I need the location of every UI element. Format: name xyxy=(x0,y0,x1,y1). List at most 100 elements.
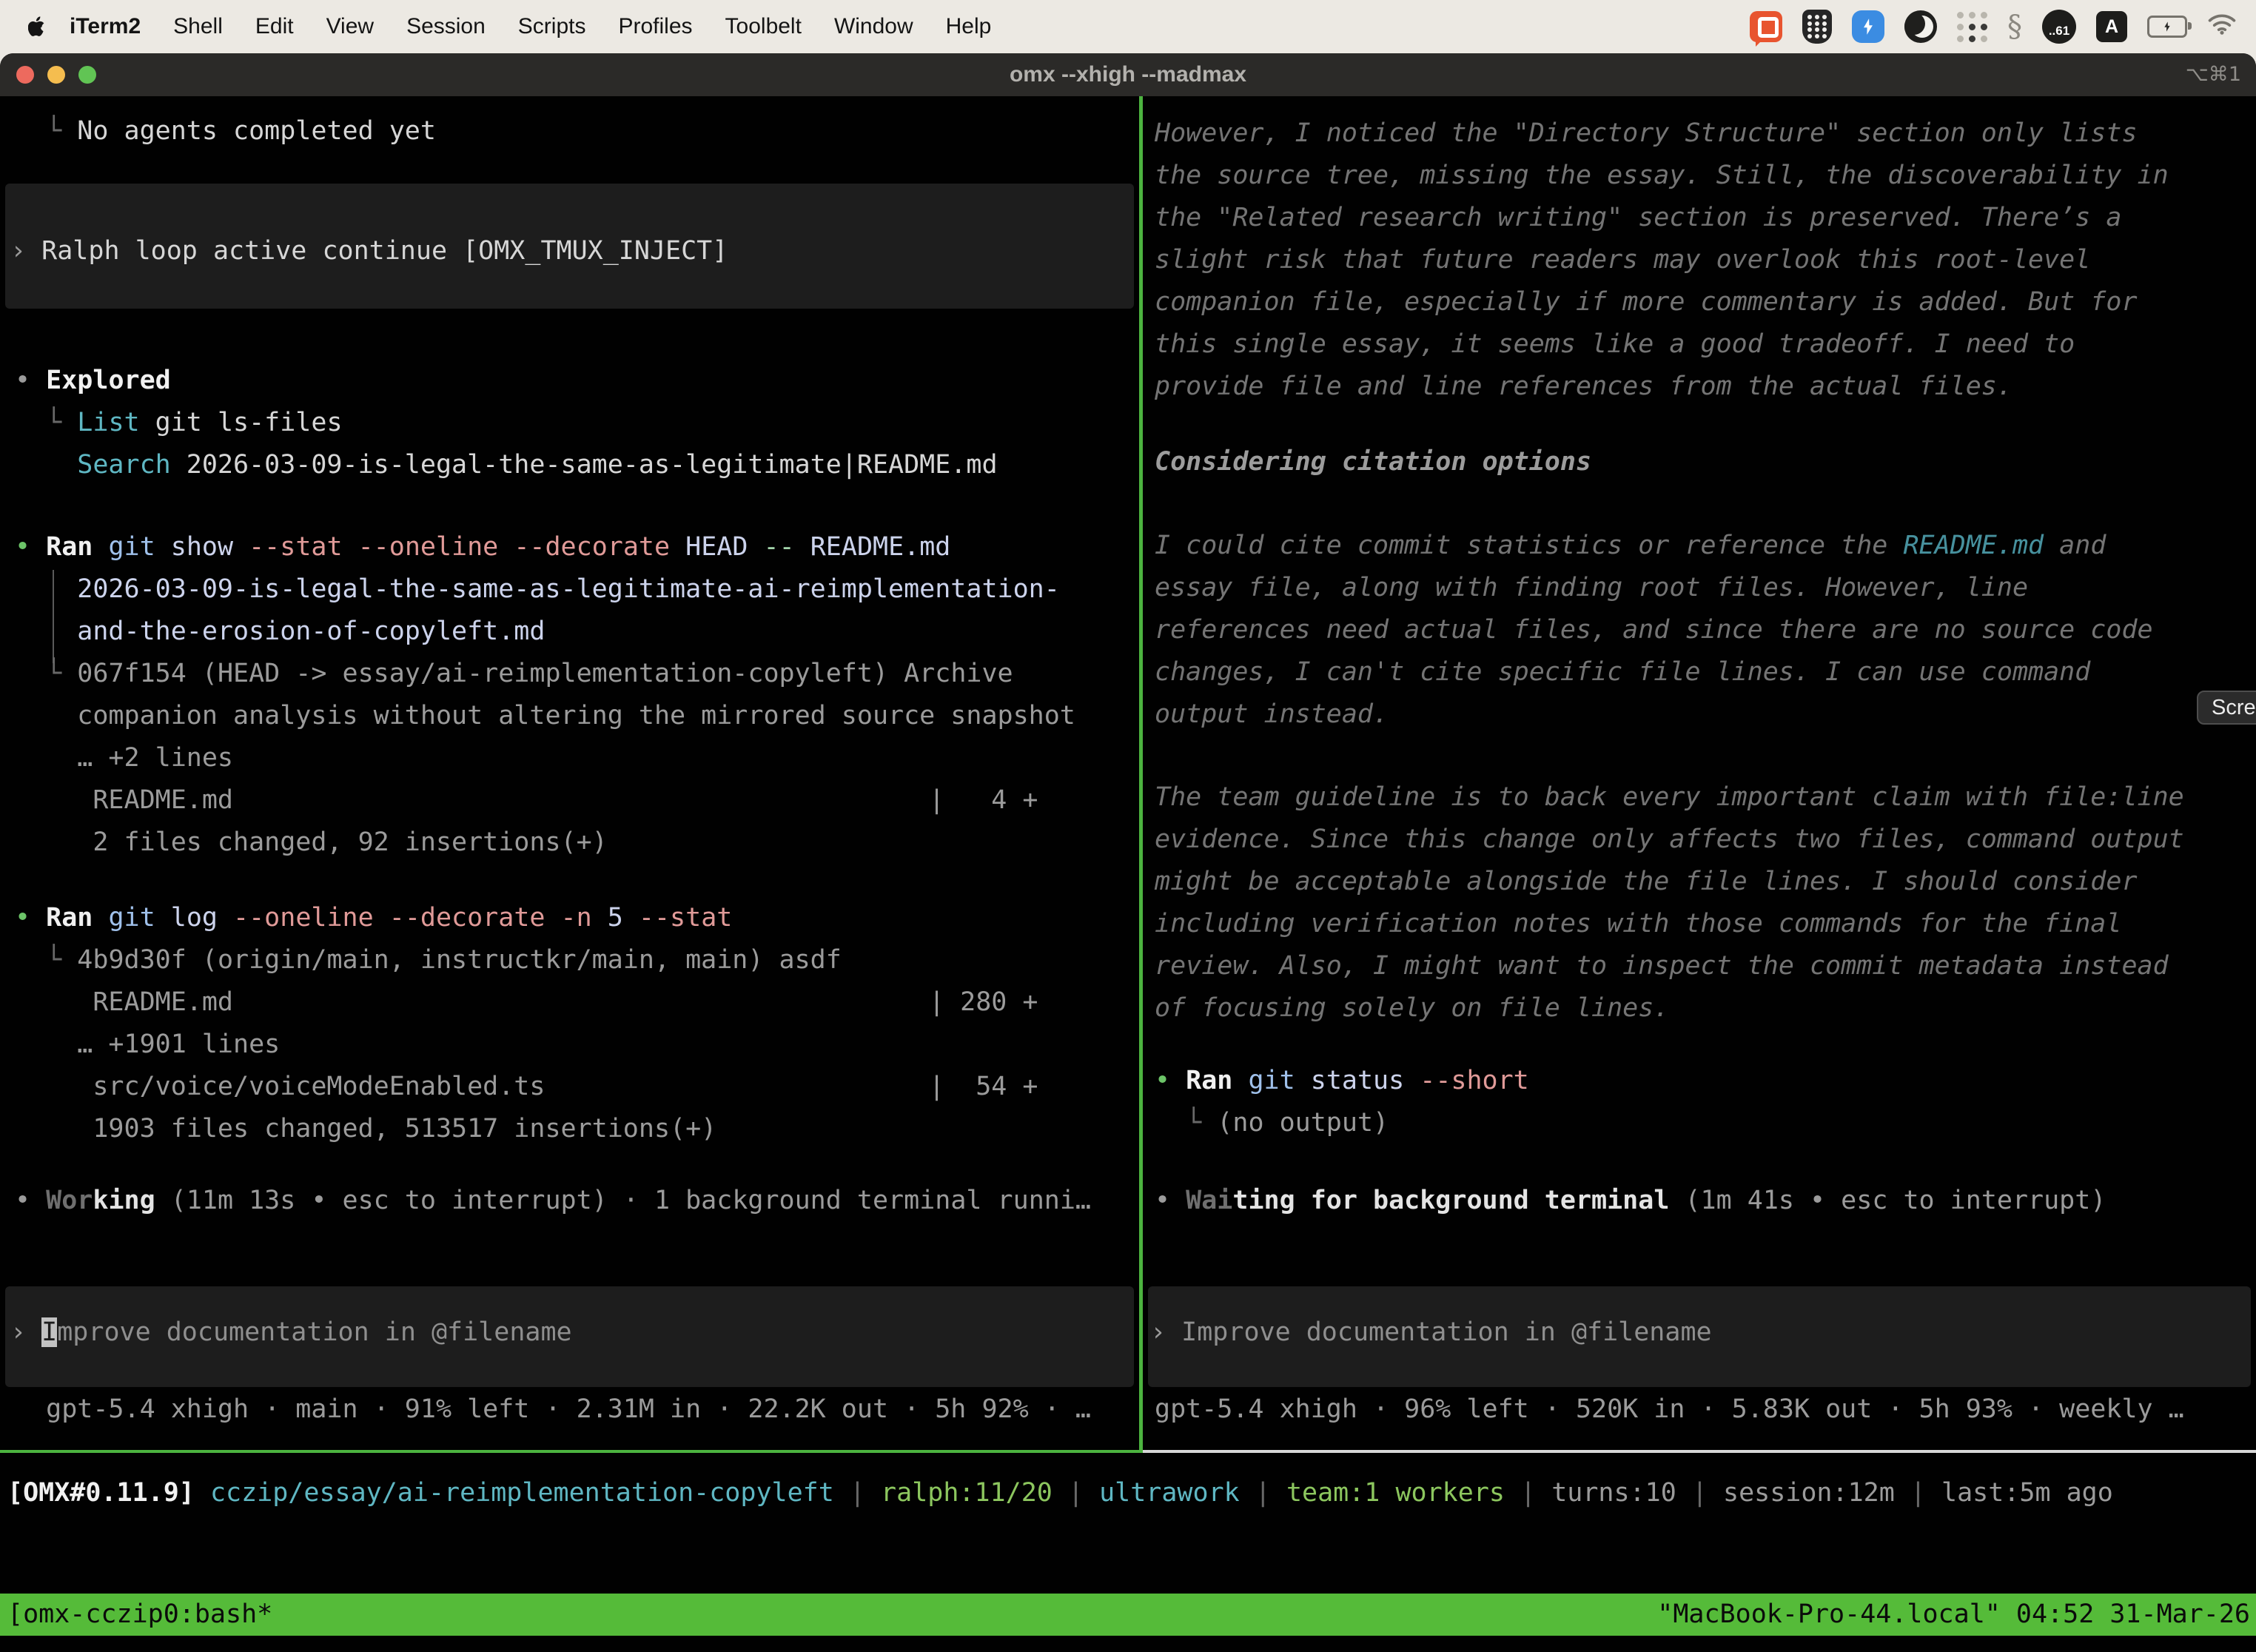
menu-item-window[interactable]: Window xyxy=(818,14,930,39)
timer-badge-icon[interactable]: ..61 xyxy=(2042,10,2076,44)
lightning-badge-icon[interactable] xyxy=(1852,10,1884,43)
wifi-icon[interactable] xyxy=(2207,13,2237,41)
screen-share-overlay-button[interactable]: Scre xyxy=(2197,691,2256,725)
text-seg: show xyxy=(155,532,249,562)
terminal-line: companion analysis without altering the … xyxy=(15,699,1075,733)
terminal-line: • Explored xyxy=(15,364,171,397)
text-seg: the source tree, missing the essay. Stil… xyxy=(1155,161,2169,190)
menu-item-edit[interactable]: Edit xyxy=(239,14,310,39)
text-seg: Explored xyxy=(46,366,171,395)
text-seg: Improve documentation in @filename xyxy=(1181,1317,1711,1347)
text-seg: 067f154 (HEAD -> essay/ai-reimplementati… xyxy=(77,659,1013,688)
text-seg: | 280 + xyxy=(929,987,1038,1017)
battery-charging-icon[interactable] xyxy=(2147,16,2187,38)
text-seg: review. Also, I might want to inspect th… xyxy=(1155,951,2169,981)
text-seg: team:1 workers xyxy=(1286,1478,1520,1508)
text-seg: the "Related research writing" section i… xyxy=(1155,203,2121,232)
input-source-icon[interactable]: A xyxy=(2096,11,2127,42)
text-seg: 5 xyxy=(592,903,639,933)
text-seg: king xyxy=(93,1186,155,1215)
terminal-line: the source tree, missing the essay. Stil… xyxy=(1155,159,2169,192)
prompt-input[interactable]: › Improve documentation in @filename xyxy=(1150,1316,1712,1349)
text-seg: • xyxy=(15,532,46,562)
terminal-line: might be acceptable alongside the file l… xyxy=(1155,865,2138,899)
text-seg: I could cite commit statistics or refere… xyxy=(1155,531,1903,560)
terminal-pane-left[interactable]: └ No agents completed yet› Ralph loop ac… xyxy=(0,96,1139,1450)
text-seg: | 54 + xyxy=(929,1072,1038,1101)
terminal-line: … +2 lines xyxy=(15,742,233,775)
text-seg: | xyxy=(1255,1478,1286,1508)
apple-menu-icon[interactable] xyxy=(28,16,46,37)
terminal-line: … +1901 lines xyxy=(15,1028,280,1061)
text-seg: | xyxy=(1692,1478,1723,1508)
screen-sharing-icon[interactable] xyxy=(1750,11,1782,42)
text-seg: └ xyxy=(15,945,77,975)
text-seg: README.md xyxy=(15,987,233,1017)
terminal-line: Search 2026-03-09-is-legal-the-same-as-l… xyxy=(15,449,998,482)
terminal-line: └ 4b9d30f (origin/main, instructkr/main,… xyxy=(15,944,842,977)
text-seg: including verification notes with those … xyxy=(1155,909,2121,939)
terminal-line: • Waiting for background terminal (1m 41… xyxy=(1155,1184,2106,1218)
text-seg: this single essay, it seems like a good … xyxy=(1155,329,2075,359)
text-seg: slight risk that future readers may over… xyxy=(1155,245,2090,275)
text-seg: log xyxy=(155,903,233,933)
text-seg: ting for background terminal xyxy=(1232,1186,1669,1215)
text-seg: › xyxy=(10,1317,41,1347)
text-seg: of focusing solely on file lines. xyxy=(1155,993,1669,1023)
prompt-input[interactable]: › Improve documentation in @filename xyxy=(10,1316,572,1349)
pane-divider[interactable] xyxy=(1139,96,1143,1450)
prompt-input[interactable]: › Ralph loop active continue [OMX_TMUX_I… xyxy=(10,235,728,268)
text-seg: └ xyxy=(1155,1108,1217,1138)
text-seg: evidence. Since this change only affects… xyxy=(1155,825,2184,854)
text-seg: git ls-files xyxy=(140,408,343,437)
dots-grid-icon[interactable] xyxy=(1957,12,1987,42)
text-seg: 2026-03-09-is-legal-the-same-as-legitima… xyxy=(171,450,998,480)
text-seg: | xyxy=(1068,1478,1099,1508)
text-seg: references need actual files, and since … xyxy=(1155,615,2153,645)
menu-item-session[interactable]: Session xyxy=(390,14,502,39)
text-seg: -- xyxy=(764,532,795,562)
text-seg: └ xyxy=(15,116,77,146)
menu-item-app[interactable]: iTerm2 xyxy=(53,14,157,39)
menu-item-profiles[interactable]: Profiles xyxy=(602,14,708,39)
text-seg: cczip/essay/ai-reimplementation-copyleft xyxy=(210,1478,850,1508)
text-seg: 2026-03-09-is-legal-the-same-as-legitima… xyxy=(15,574,1060,604)
terminal-line: gpt-5.4 xhigh · main · 91% left · 2.31M … xyxy=(15,1393,1091,1426)
terminal-line: └ (no output) xyxy=(1155,1107,1389,1140)
text-seg: | xyxy=(850,1478,881,1508)
text-seg: companion file, especially if more comme… xyxy=(1155,287,2138,317)
terminal-line: this single essay, it seems like a good … xyxy=(1155,328,2075,361)
menu-item-view[interactable]: View xyxy=(310,14,390,39)
text-seg: Ran xyxy=(1186,1066,1232,1095)
screen: iTerm2 ShellEditViewSessionScriptsProfil… xyxy=(0,0,2256,1652)
text-seg: • xyxy=(15,903,46,933)
text-seg: gpt-5.4 xhigh · 96% left · 520K in · 5.8… xyxy=(1155,1394,2184,1424)
terminal-line: essay file, along with finding root file… xyxy=(1155,571,2028,605)
text-seg: However, I noticed the "Directory Struct… xyxy=(1155,118,2138,148)
text-seg: --stat --oneline --decorate xyxy=(249,532,670,562)
screen-share-overlay-label: Scre xyxy=(2212,696,2256,720)
terminal-pane-right[interactable]: However, I noticed the "Directory Struct… xyxy=(1143,96,2256,1450)
text-seg: Ralph loop active continue [OMX_TMUX_INJ… xyxy=(41,236,728,266)
terminal-line: companion file, especially if more comme… xyxy=(1155,286,2138,319)
text-seg: and-the-erosion-of-copyleft.md xyxy=(15,617,545,646)
tmux-host-clock: "MacBook-Pro-44.local" 04:52 31-Mar-26 xyxy=(1657,1594,2250,1636)
text-seg: (1m 41s • esc to interrupt) xyxy=(1669,1186,2106,1215)
terminal-line: | 54 + xyxy=(929,1070,1038,1104)
text-seg: … +1901 lines xyxy=(15,1030,280,1059)
text-seg: output instead. xyxy=(1155,699,1389,729)
terminal-line: Considering citation options xyxy=(1155,446,1591,479)
terminal-line: The team guideline is to back every impo… xyxy=(1155,781,2184,814)
text-seg: ultrawork xyxy=(1099,1478,1255,1508)
text-seg: (11m 13s • esc to interrupt) · 1 backgro… xyxy=(155,1186,1091,1215)
menu-item-scripts[interactable]: Scripts xyxy=(502,14,602,39)
squiggle-icon[interactable]: § xyxy=(2007,10,2022,44)
text-seg: List xyxy=(77,408,139,437)
menu-item-shell[interactable]: Shell xyxy=(157,14,239,39)
text-seg: └ xyxy=(15,659,77,688)
menu-item-toolbelt[interactable]: Toolbelt xyxy=(709,14,818,39)
moon-circle-icon[interactable] xyxy=(1904,10,1937,43)
text-seg: essay file, along with finding root file… xyxy=(1155,573,2028,602)
shield-grid-icon[interactable] xyxy=(1802,10,1832,44)
menu-item-help[interactable]: Help xyxy=(930,14,1008,39)
